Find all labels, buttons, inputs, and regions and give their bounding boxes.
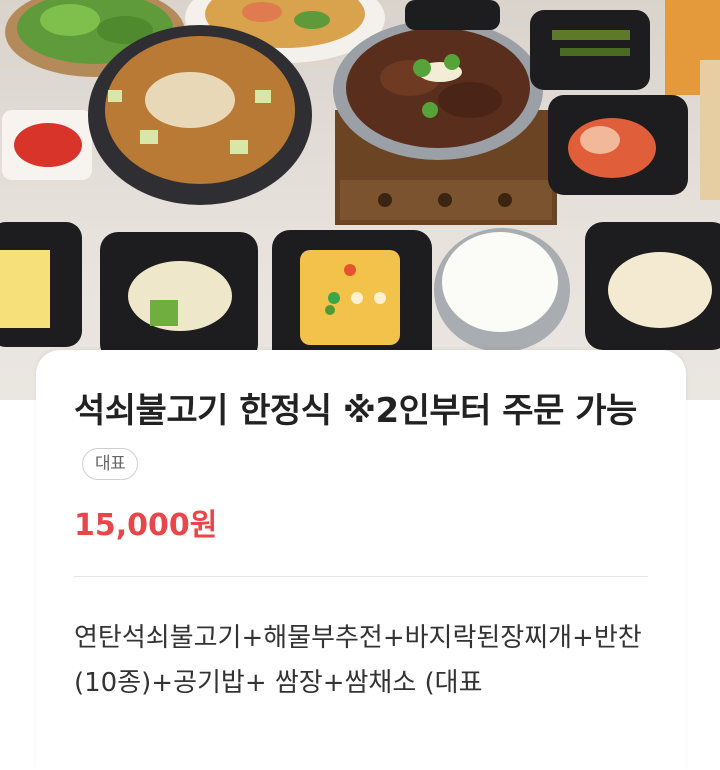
menu-price: 15,000원: [74, 508, 218, 543]
menu-title: 석쇠불고기 한정식 ※2인부터 주문 가능: [74, 391, 637, 431]
menu-info-card: 석쇠불고기 한정식 ※2인부터 주문 가능 대표 15,000원 연탄석쇠불고기…: [36, 350, 686, 770]
gallery-dot[interactable]: [351, 292, 363, 304]
gallery-dot[interactable]: [328, 292, 340, 304]
menu-title-block: 석쇠불고기 한정식 ※2인부터 주문 가능 대표: [74, 384, 654, 492]
signature-badge: 대표: [82, 447, 139, 480]
divider: [74, 576, 648, 577]
gallery-indicator: [328, 292, 386, 304]
gallery-dot[interactable]: [374, 292, 386, 304]
menu-description: 연탄석쇠불고기+해물부추전+바지락된장찌개+반찬(10종)+공기밥+ 쌈장+쌈채…: [74, 623, 642, 698]
menu-photo[interactable]: [0, 0, 720, 400]
food-illustration: [0, 0, 720, 370]
